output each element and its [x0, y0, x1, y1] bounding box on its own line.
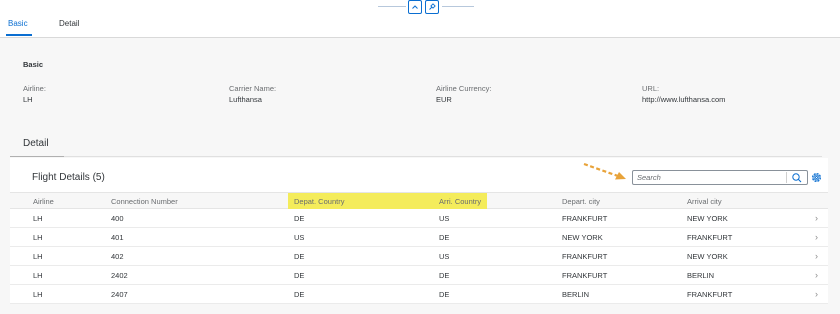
field-label: URL:: [642, 84, 660, 93]
header-divider-left: [378, 6, 406, 7]
column-header-arrival-city[interactable]: Arrival city: [687, 197, 722, 206]
cell-depat-country: DE: [294, 214, 305, 223]
flight-details-table: Flight Details (5) Airline Connection Nu…: [10, 158, 828, 304]
cell-arri-country: DE: [439, 233, 450, 242]
column-header-connection-number[interactable]: Connection Number: [111, 197, 178, 206]
cell-airline: LH: [33, 233, 43, 242]
chevron-right-icon[interactable]: ›: [815, 213, 818, 223]
cell-depat-country: DE: [294, 290, 305, 299]
cell-connection-number: 2407: [111, 290, 128, 299]
collapse-up-icon: [412, 5, 418, 9]
cell-airline: LH: [33, 252, 43, 261]
table-row[interactable]: LH 402 DE US FRANKFURT NEW YORK ›: [10, 247, 828, 266]
annotation-arrow-icon: [583, 162, 626, 180]
field-url: URL: http://www.lufthansa.com: [642, 83, 725, 105]
search-divider: [786, 172, 787, 183]
cell-depart-city: FRANKFURT: [562, 271, 608, 280]
detail-title-underline: [10, 156, 64, 157]
chevron-right-icon[interactable]: ›: [815, 289, 818, 299]
field-value: Lufthansa: [229, 95, 262, 104]
cell-airline: LH: [33, 271, 43, 280]
cell-connection-number: 401: [111, 233, 124, 242]
cell-arrival-city: BERLIN: [687, 271, 715, 280]
field-label: Carrier Name:: [229, 84, 277, 93]
column-header-depart-city[interactable]: Depart. city: [562, 197, 600, 206]
cell-arrival-city: NEW YORK: [687, 214, 728, 223]
cell-connection-number: 2402: [111, 271, 128, 280]
chevron-right-icon[interactable]: ›: [815, 232, 818, 242]
pin-icon: [429, 3, 436, 10]
field-value: LH: [23, 95, 33, 104]
cell-depart-city: NEW YORK: [562, 233, 603, 242]
field-airline: Airline: LH: [23, 83, 46, 105]
cell-connection-number: 402: [111, 252, 124, 261]
basic-section-title: Basic: [23, 60, 44, 69]
cell-arrival-city: FRANKFURT: [687, 233, 733, 242]
cell-arri-country: DE: [439, 271, 450, 280]
field-label: Airline Currency:: [436, 84, 492, 93]
cell-depart-city: BERLIN: [562, 290, 590, 299]
cell-arri-country: DE: [439, 290, 450, 299]
column-header-arri-country[interactable]: Arri. Country: [439, 197, 481, 206]
cell-depat-country: DE: [294, 252, 305, 261]
column-header-depat-country[interactable]: Depat. Country: [294, 197, 344, 206]
field-airline-currency: Airline Currency: EUR: [436, 83, 491, 105]
field-value: EUR: [436, 95, 452, 104]
column-header-airline[interactable]: Airline: [33, 197, 54, 206]
tab-basic[interactable]: Basic: [8, 19, 28, 28]
settings-gear-icon[interactable]: [810, 171, 823, 184]
field-carrier-name: Carrier Name: Lufthansa: [229, 83, 276, 105]
table-row[interactable]: LH 400 DE US FRANKFURT NEW YORK ›: [10, 209, 828, 228]
header-divider-right: [442, 6, 474, 7]
table-row[interactable]: LH 401 US DE NEW YORK FRANKFURT ›: [10, 228, 828, 247]
cell-arrival-city: NEW YORK: [687, 252, 728, 261]
table-row[interactable]: LH 2402 DE DE FRANKFURT BERLIN ›: [10, 266, 828, 285]
cell-connection-number: 400: [111, 214, 124, 223]
cell-arri-country: US: [439, 214, 450, 223]
cell-depat-country: US: [294, 233, 305, 242]
url-link[interactable]: http://www.lufthansa.com: [642, 94, 725, 105]
field-label: Airline:: [23, 84, 46, 93]
search-icon[interactable]: [791, 172, 803, 184]
cell-depat-country: DE: [294, 271, 305, 280]
chevron-right-icon[interactable]: ›: [815, 270, 818, 280]
table-title: Flight Details (5): [32, 172, 105, 183]
detail-divider: [10, 156, 822, 157]
detail-section-title: Detail: [23, 138, 49, 149]
object-page-header: Basic Detail: [0, 0, 840, 38]
cell-airline: LH: [33, 290, 43, 299]
pin-header-button[interactable]: [425, 0, 439, 14]
search-input[interactable]: [637, 172, 783, 183]
cell-arri-country: US: [439, 252, 450, 261]
table-row[interactable]: LH 2407 DE DE BERLIN FRANKFURT ›: [10, 285, 828, 304]
cell-arrival-city: FRANKFURT: [687, 290, 733, 299]
cell-airline: LH: [33, 214, 43, 223]
cell-depart-city: FRANKFURT: [562, 252, 608, 261]
tab-detail[interactable]: Detail: [59, 19, 79, 28]
active-tab-indicator: [6, 34, 32, 36]
collapse-header-button[interactable]: [408, 0, 422, 14]
chevron-right-icon[interactable]: ›: [815, 251, 818, 261]
cell-depart-city: FRANKFURT: [562, 214, 608, 223]
table-header-row: Airline Connection Number Depat. Country…: [10, 192, 828, 209]
search-field[interactable]: [632, 170, 808, 185]
